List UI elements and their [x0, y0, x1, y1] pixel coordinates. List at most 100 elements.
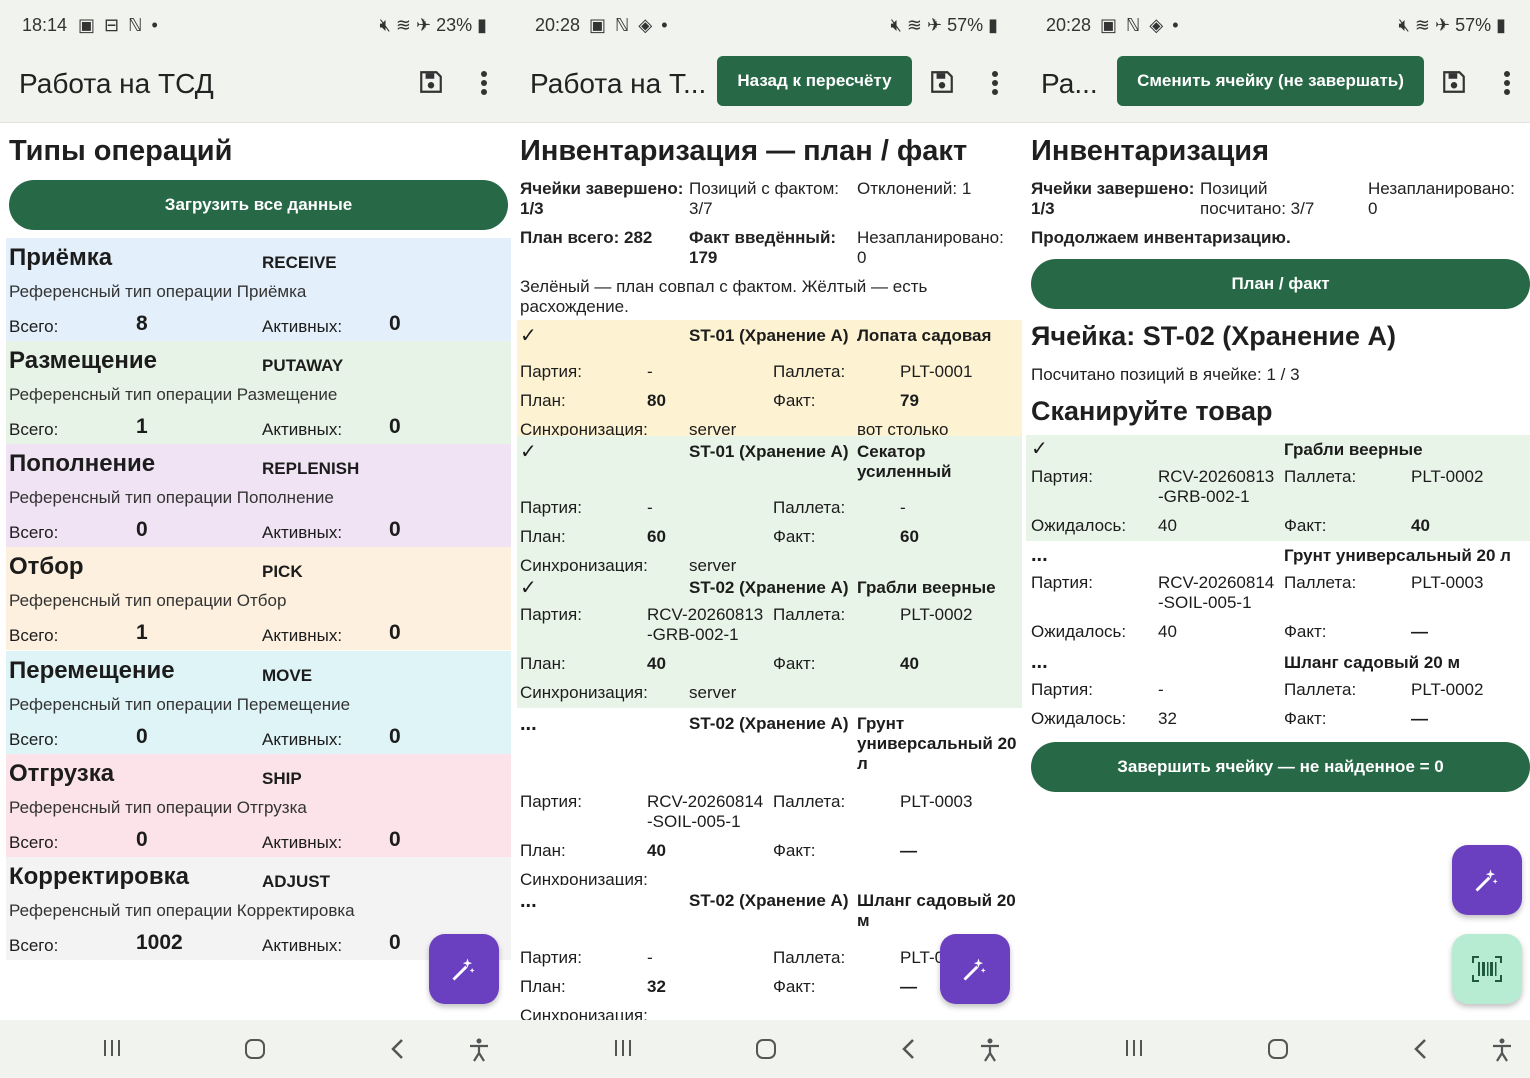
back-icon[interactable] [901, 1038, 917, 1065]
cell-name: ST-02 (Хранение А) [689, 714, 849, 733]
recents-icon[interactable] [1124, 1038, 1144, 1063]
fact-label: Факт: [773, 654, 816, 673]
magic-wand-icon [963, 958, 986, 981]
positions-counted: Позиций посчитано: 3/7 [1200, 179, 1315, 218]
plan-value: 80 [647, 391, 666, 410]
change-cell-button[interactable]: Сменить ячейку (не завершать) [1117, 56, 1424, 106]
sync-label: Синхронизация: [520, 683, 648, 702]
back-icon[interactable] [390, 1038, 406, 1065]
total-value: 1 [136, 415, 148, 438]
total-value: 0 [136, 518, 148, 541]
sync-value: server [689, 683, 737, 702]
operation-type-card[interactable]: Приёмка RECEIVE Референсный тип операции П… [6, 238, 511, 341]
screen-cell-scan: 20:28 ▣ ℕ ◈ • 🔇︎ ≋ ✈ 57% ▮ Ра... Сменить… [1022, 0, 1530, 1078]
operation-code: SHIP [262, 769, 302, 788]
active-label: Активных: [262, 420, 343, 439]
operation-type-card[interactable]: Отбор PICK Референсный тип операции Отбор В… [6, 547, 511, 650]
pallet-label: Паллета: [1284, 467, 1357, 486]
party-label: Партия: [520, 498, 582, 517]
cell-item-row[interactable]: ... Шланг садовый 20 м Партия: - Паллета: PLT… [1026, 648, 1530, 730]
party-value: RCV-20260813 -GRB-002-1 [1158, 467, 1275, 506]
magic-fab-button[interactable] [940, 934, 1010, 1004]
operation-type-card[interactable]: Перемещение MOVE Референсный тип операции … [6, 651, 511, 754]
party-value: - [647, 948, 653, 967]
fact-value: 79 [900, 391, 919, 410]
product-name: Шланг садовый 20 м [1284, 653, 1461, 672]
total-label: Всего: [9, 523, 59, 542]
load-all-data-button[interactable]: Загрузить все данные [9, 180, 508, 230]
positions-with-fact: Позиций с фактом: 3/7 [689, 179, 839, 218]
active-value: 0 [389, 725, 401, 748]
operation-name: Перемещение [9, 657, 175, 684]
fact-label: Факт: [1284, 516, 1327, 535]
plan-fact-row[interactable]: ✓ ST-01 (Хранение А) Лопата садовая Партия:… [517, 320, 1022, 439]
back-to-recount-button[interactable]: Назад к пересчёту [717, 56, 912, 106]
plan-fact-row[interactable]: ... ST-02 (Хранение А) Грунт универсальный… [517, 708, 1022, 889]
save-icon[interactable] [418, 69, 444, 95]
active-value: 0 [389, 518, 401, 541]
plan-fact-row[interactable]: ✓ ST-01 (Хранение А) Секатор усиленный Парт… [517, 436, 1022, 575]
system-nav-bar [1022, 1020, 1530, 1078]
plan-label: План: [520, 841, 566, 860]
status-mark: ... [1031, 651, 1048, 673]
status-bar: 20:28 ▣ ℕ ◈ • 🔇︎ ≋ ✈ 57% ▮ [1022, 0, 1530, 50]
screen-inventory-plan-fact: 20:28 ▣ ℕ ◈ • 🔇︎ ≋ ✈ 57% ▮ Работа на Т..… [511, 0, 1022, 1078]
accessibility-icon[interactable] [1491, 1038, 1513, 1067]
fact-label: Факт: [773, 977, 816, 996]
plan-fact-row[interactable]: ✓ ST-02 (Хранение А) Грабли веерные Партия:… [517, 572, 1022, 708]
accessibility-icon[interactable] [468, 1038, 490, 1067]
accessibility-icon[interactable] [979, 1038, 1001, 1067]
recents-icon[interactable] [613, 1038, 633, 1063]
status-mark: ... [520, 713, 537, 735]
operation-type-card[interactable]: Отгрузка SHIP Референсный тип операции Отг… [6, 754, 511, 857]
home-icon[interactable] [755, 1038, 777, 1065]
recents-icon[interactable] [102, 1038, 122, 1063]
magic-wand-icon [1475, 869, 1498, 892]
home-icon[interactable] [1267, 1038, 1289, 1065]
total-label: Всего: [9, 833, 59, 852]
operation-description: Референсный тип операции Корректировка [9, 901, 355, 920]
cell-item-row[interactable]: ... Грунт универсальный 20 л Партия: RCV-20… [1026, 541, 1530, 648]
scan-fab-button[interactable] [1452, 934, 1522, 1004]
pallet-label: Паллета: [773, 605, 846, 624]
expected-value: 40 [1158, 622, 1177, 641]
status-bar: 20:28 ▣ ℕ ◈ • 🔇︎ ≋ ✈ 57% ▮ [511, 0, 1022, 50]
fact-value: — [900, 841, 917, 860]
plan-fact-button[interactable]: План / факт [1031, 259, 1530, 309]
status-bar: 18:14 ▣ ⊟ ℕ • 🔇︎ ≋ ✈ 23% ▮ [0, 0, 511, 50]
save-icon[interactable] [929, 69, 955, 95]
fact-entered: Факт введённый: 179 [689, 228, 837, 267]
continue-message: Продолжаем инвентаризацию. [1031, 228, 1291, 247]
magic-wand-icon [452, 958, 475, 981]
expected-value: 32 [1158, 709, 1177, 728]
magic-fab-button[interactable] [429, 934, 499, 1004]
operation-type-card[interactable]: Пополнение REPLENISH Референсный тип опера… [6, 444, 511, 547]
status-mark: ✓ [1031, 438, 1048, 460]
operation-name: Размещение [9, 347, 157, 374]
pallet-value: - [900, 498, 906, 517]
more-vert-icon[interactable] [1503, 70, 1511, 96]
cells-done-label: Ячейки завершено: 1/3 [520, 179, 684, 218]
finish-cell-button[interactable]: Завершить ячейку — не найденное = 0 [1031, 742, 1530, 792]
cell-item-row[interactable]: ✓ Грабли веерные Партия: RCV-20260813 -GRB-… [1026, 435, 1530, 541]
magic-fab-button[interactable] [1452, 845, 1522, 915]
party-label: Партия: [520, 792, 582, 811]
more-vert-icon[interactable] [991, 70, 999, 96]
home-icon[interactable] [244, 1038, 266, 1065]
operation-code: ADJUST [262, 872, 331, 891]
back-icon[interactable] [1413, 1038, 1429, 1065]
battery-level: 57% [1455, 15, 1492, 35]
total-value: 8 [136, 312, 148, 335]
total-value: 1002 [136, 931, 183, 954]
save-icon[interactable] [1441, 69, 1467, 95]
battery-level: 57% [947, 15, 984, 35]
app-title: Работа на Т... [530, 68, 707, 99]
more-vert-icon[interactable] [480, 70, 488, 96]
expected-label: Ожидалось: [1031, 709, 1127, 728]
operation-type-card[interactable]: Размещение PUTAWAY Референсный тип операци… [6, 341, 511, 444]
app-bar: Работа на ТСД [0, 50, 511, 123]
status-time: 20:28 [535, 15, 581, 35]
system-nav-bar [0, 1020, 511, 1078]
party-value: - [647, 498, 653, 517]
total-label: Всего: [9, 936, 59, 955]
